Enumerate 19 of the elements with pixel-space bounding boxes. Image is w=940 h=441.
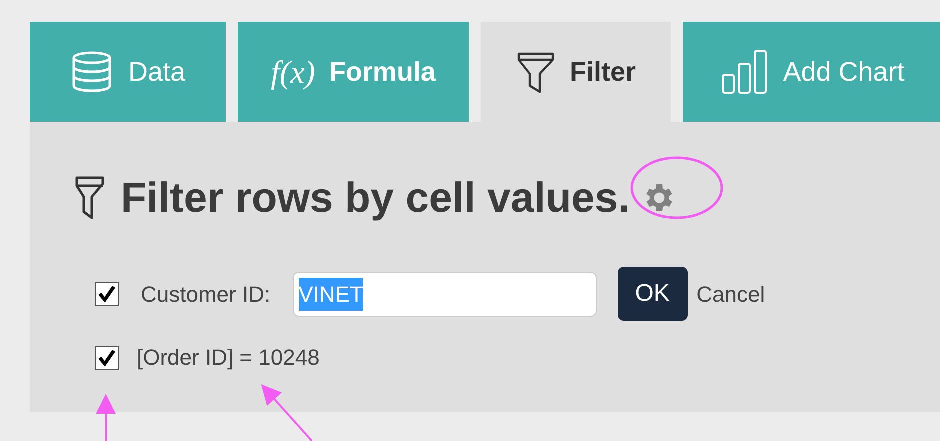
funnel-icon [516,50,556,94]
bar-chart-icon [721,49,770,95]
database-icon [70,50,114,94]
checkbox[interactable] [95,346,119,370]
function-icon: f(x) [271,56,316,88]
checkbox[interactable] [95,282,119,306]
ok-button[interactable]: OK [618,267,688,321]
field-label: Customer ID: [141,280,271,308]
panel-title: Filter rows by cell values. [121,173,630,223]
filter-expression: [Order ID] = 10248 [137,344,320,372]
tab[interactable]: Add Chart [683,22,940,122]
annotation-arrow [261,384,313,441]
funnel-icon [75,174,105,220]
annotation-arrow [96,394,116,441]
cancel-link[interactable]: Cancel [696,278,766,310]
tab[interactable]: f(x) Formula [238,22,469,122]
input-field[interactable]: VINET [292,272,597,316]
tab[interactable]: Filter [481,22,671,122]
tab[interactable]: Data [30,22,226,122]
